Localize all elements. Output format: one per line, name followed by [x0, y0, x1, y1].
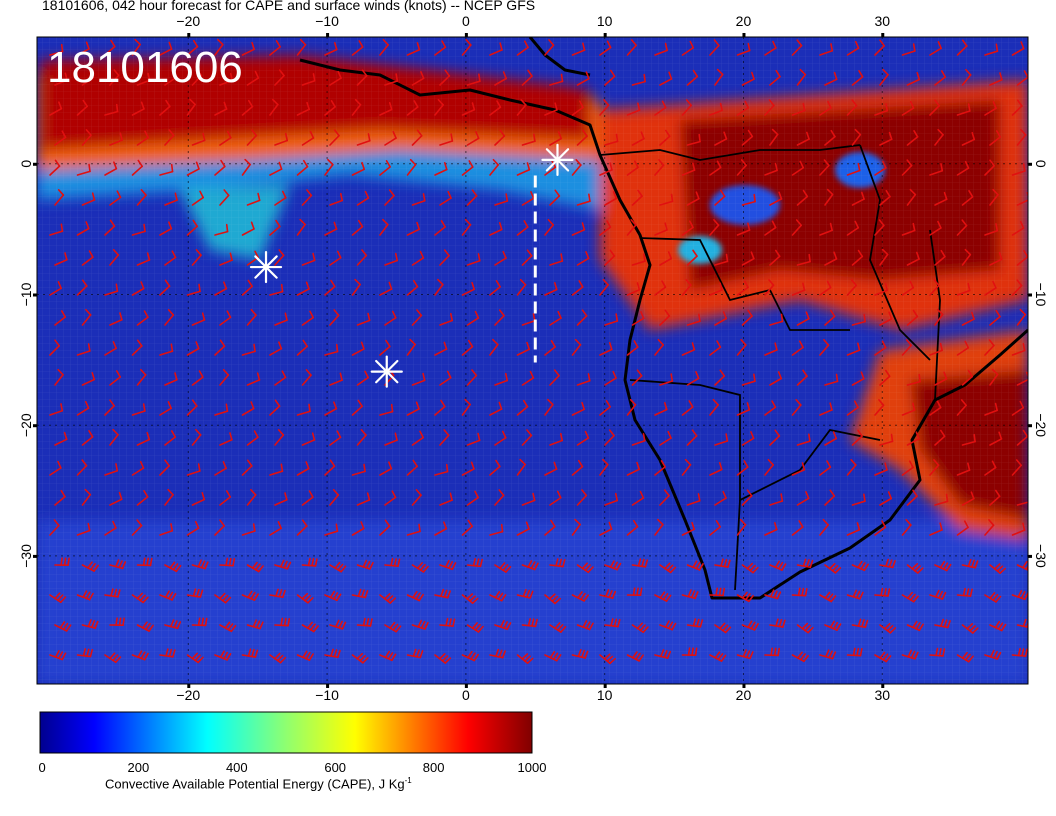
right-tick: [1028, 554, 1032, 558]
lat-label-left: 0: [18, 160, 34, 168]
lon-label-top: −10: [315, 13, 339, 29]
top-tick: [881, 33, 885, 37]
lon-label-bottom: 30: [874, 687, 890, 703]
lat-label-right: 0: [1033, 160, 1049, 168]
cape-field: 18101606: [37, 37, 1028, 684]
colorbar-tick-label: 800: [422, 760, 445, 775]
colorbar-tick-label: 400: [225, 760, 248, 775]
lon-label-bottom: −10: [315, 687, 339, 703]
star-marker: [249, 250, 283, 284]
lat-label-right: −30: [1033, 544, 1049, 568]
star-marker: [541, 143, 574, 176]
lon-label-top: 0: [462, 13, 470, 29]
lat-label-left: −10: [18, 282, 34, 306]
lon-label-bottom: −20: [176, 687, 200, 703]
colorbar-tick-labels: 0 200 400 600 800 1000: [38, 760, 547, 776]
lat-label-right: −20: [1033, 413, 1049, 437]
star-marker: [370, 355, 403, 388]
date-stamp: 18101606: [47, 43, 243, 92]
top-tick: [742, 33, 746, 37]
right-tick: [1028, 424, 1032, 428]
lon-label-bottom: 10: [597, 687, 613, 703]
top-tick: [603, 33, 607, 37]
colorbar-tick-label: 0: [38, 760, 46, 775]
lon-label-bottom: 0: [462, 687, 470, 703]
colorbar-title: Convective Available Potential Energy (C…: [105, 776, 412, 792]
top-tick: [464, 33, 468, 37]
lon-label-top: 30: [874, 13, 890, 29]
lon-label-top: 10: [597, 13, 613, 29]
right-tick: [1028, 293, 1032, 297]
top-tick: [326, 33, 330, 37]
colorbar-tick-label: 200: [127, 760, 150, 775]
lon-label-top: −20: [176, 13, 200, 29]
lon-label-bottom: 20: [736, 687, 752, 703]
lat-label-left: −20: [18, 413, 34, 437]
right-tick: [1028, 162, 1032, 166]
colorbar-tick-label: 600: [324, 760, 347, 775]
top-tick: [187, 33, 191, 37]
map-figure: 18101606 −20 −20 −10 −10 0 0 10 10 20 20 30 30 0 0 −10…: [18, 13, 1049, 754]
lat-label-right: −10: [1033, 283, 1049, 307]
lon-label-top: 20: [736, 13, 752, 29]
colorbar: [39, 711, 533, 754]
lat-label-left: −30: [18, 544, 34, 568]
colorbar-tick-label: 1000: [517, 760, 547, 775]
